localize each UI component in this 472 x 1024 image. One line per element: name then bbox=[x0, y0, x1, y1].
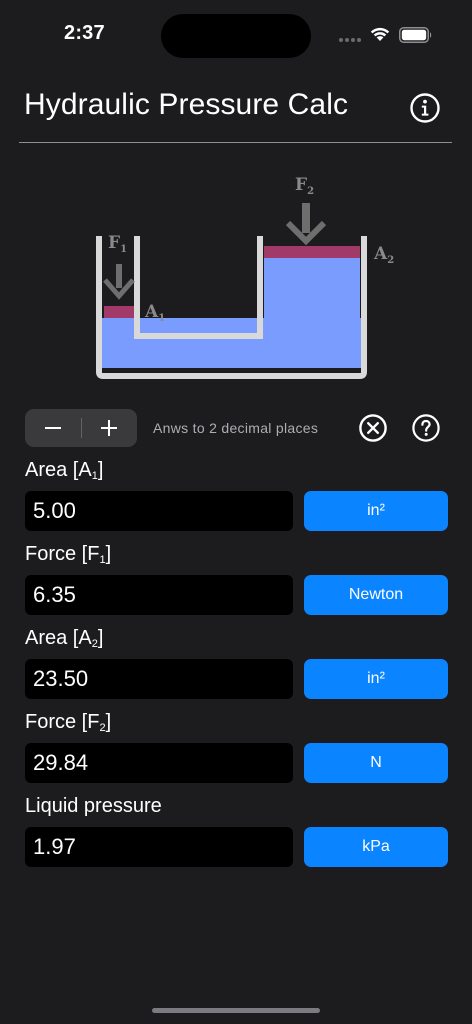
home-indicator[interactable] bbox=[152, 1008, 320, 1013]
area-a2-input[interactable] bbox=[25, 659, 293, 699]
help-icon[interactable] bbox=[411, 413, 441, 443]
status-time: 2:37 bbox=[64, 22, 105, 44]
header-divider bbox=[19, 142, 452, 143]
force-f1-input[interactable] bbox=[25, 575, 293, 615]
decimal-places-note: Anws to 2 decimal places bbox=[153, 420, 319, 436]
large-piston bbox=[264, 246, 360, 258]
area-a1-input[interactable] bbox=[25, 491, 293, 531]
plus-icon bbox=[101, 420, 118, 436]
clear-icon[interactable] bbox=[358, 413, 388, 443]
label-f2: F2 bbox=[295, 175, 314, 197]
increment-button[interactable] bbox=[82, 409, 138, 447]
label-f1: F1 bbox=[108, 233, 127, 255]
liquid-pressure-unit-button[interactable]: kPa bbox=[304, 827, 448, 867]
area-a2-label: Area [A2] bbox=[25, 627, 104, 650]
minus-icon bbox=[44, 427, 61, 429]
decrement-button[interactable] bbox=[25, 409, 81, 447]
page-title: Hydraulic Pressure Calc bbox=[24, 88, 349, 121]
dynamic-island bbox=[161, 14, 311, 58]
liquid-pressure-input[interactable] bbox=[25, 827, 293, 867]
area-a1-label: Area [A1] bbox=[25, 459, 104, 482]
info-icon[interactable] bbox=[409, 92, 441, 124]
force-f2-input[interactable] bbox=[25, 743, 293, 783]
liquid-pressure-label: Liquid pressure bbox=[25, 795, 162, 817]
area-a2-unit-button[interactable]: in² bbox=[304, 659, 448, 699]
small-piston bbox=[104, 306, 134, 318]
label-a2: A2 bbox=[373, 244, 394, 266]
area-a1-unit-button[interactable]: in² bbox=[304, 491, 448, 531]
force-f2-label: Force [F2] bbox=[25, 711, 112, 734]
cellular-signal-icon bbox=[339, 38, 363, 42]
hydraulic-press-diagram: F1 F2 A1 A2 bbox=[96, 175, 394, 379]
force-f2-unit-button[interactable]: N bbox=[304, 743, 448, 783]
force-f1-unit-button[interactable]: Newton bbox=[304, 575, 448, 615]
decimal-stepper[interactable] bbox=[25, 409, 137, 447]
force-f1-label: Force [F1] bbox=[25, 543, 112, 566]
liquid-large-column bbox=[264, 258, 360, 338]
label-a1: A1 bbox=[144, 302, 165, 324]
wifi-icon bbox=[370, 27, 390, 41]
battery-icon bbox=[399, 27, 432, 43]
